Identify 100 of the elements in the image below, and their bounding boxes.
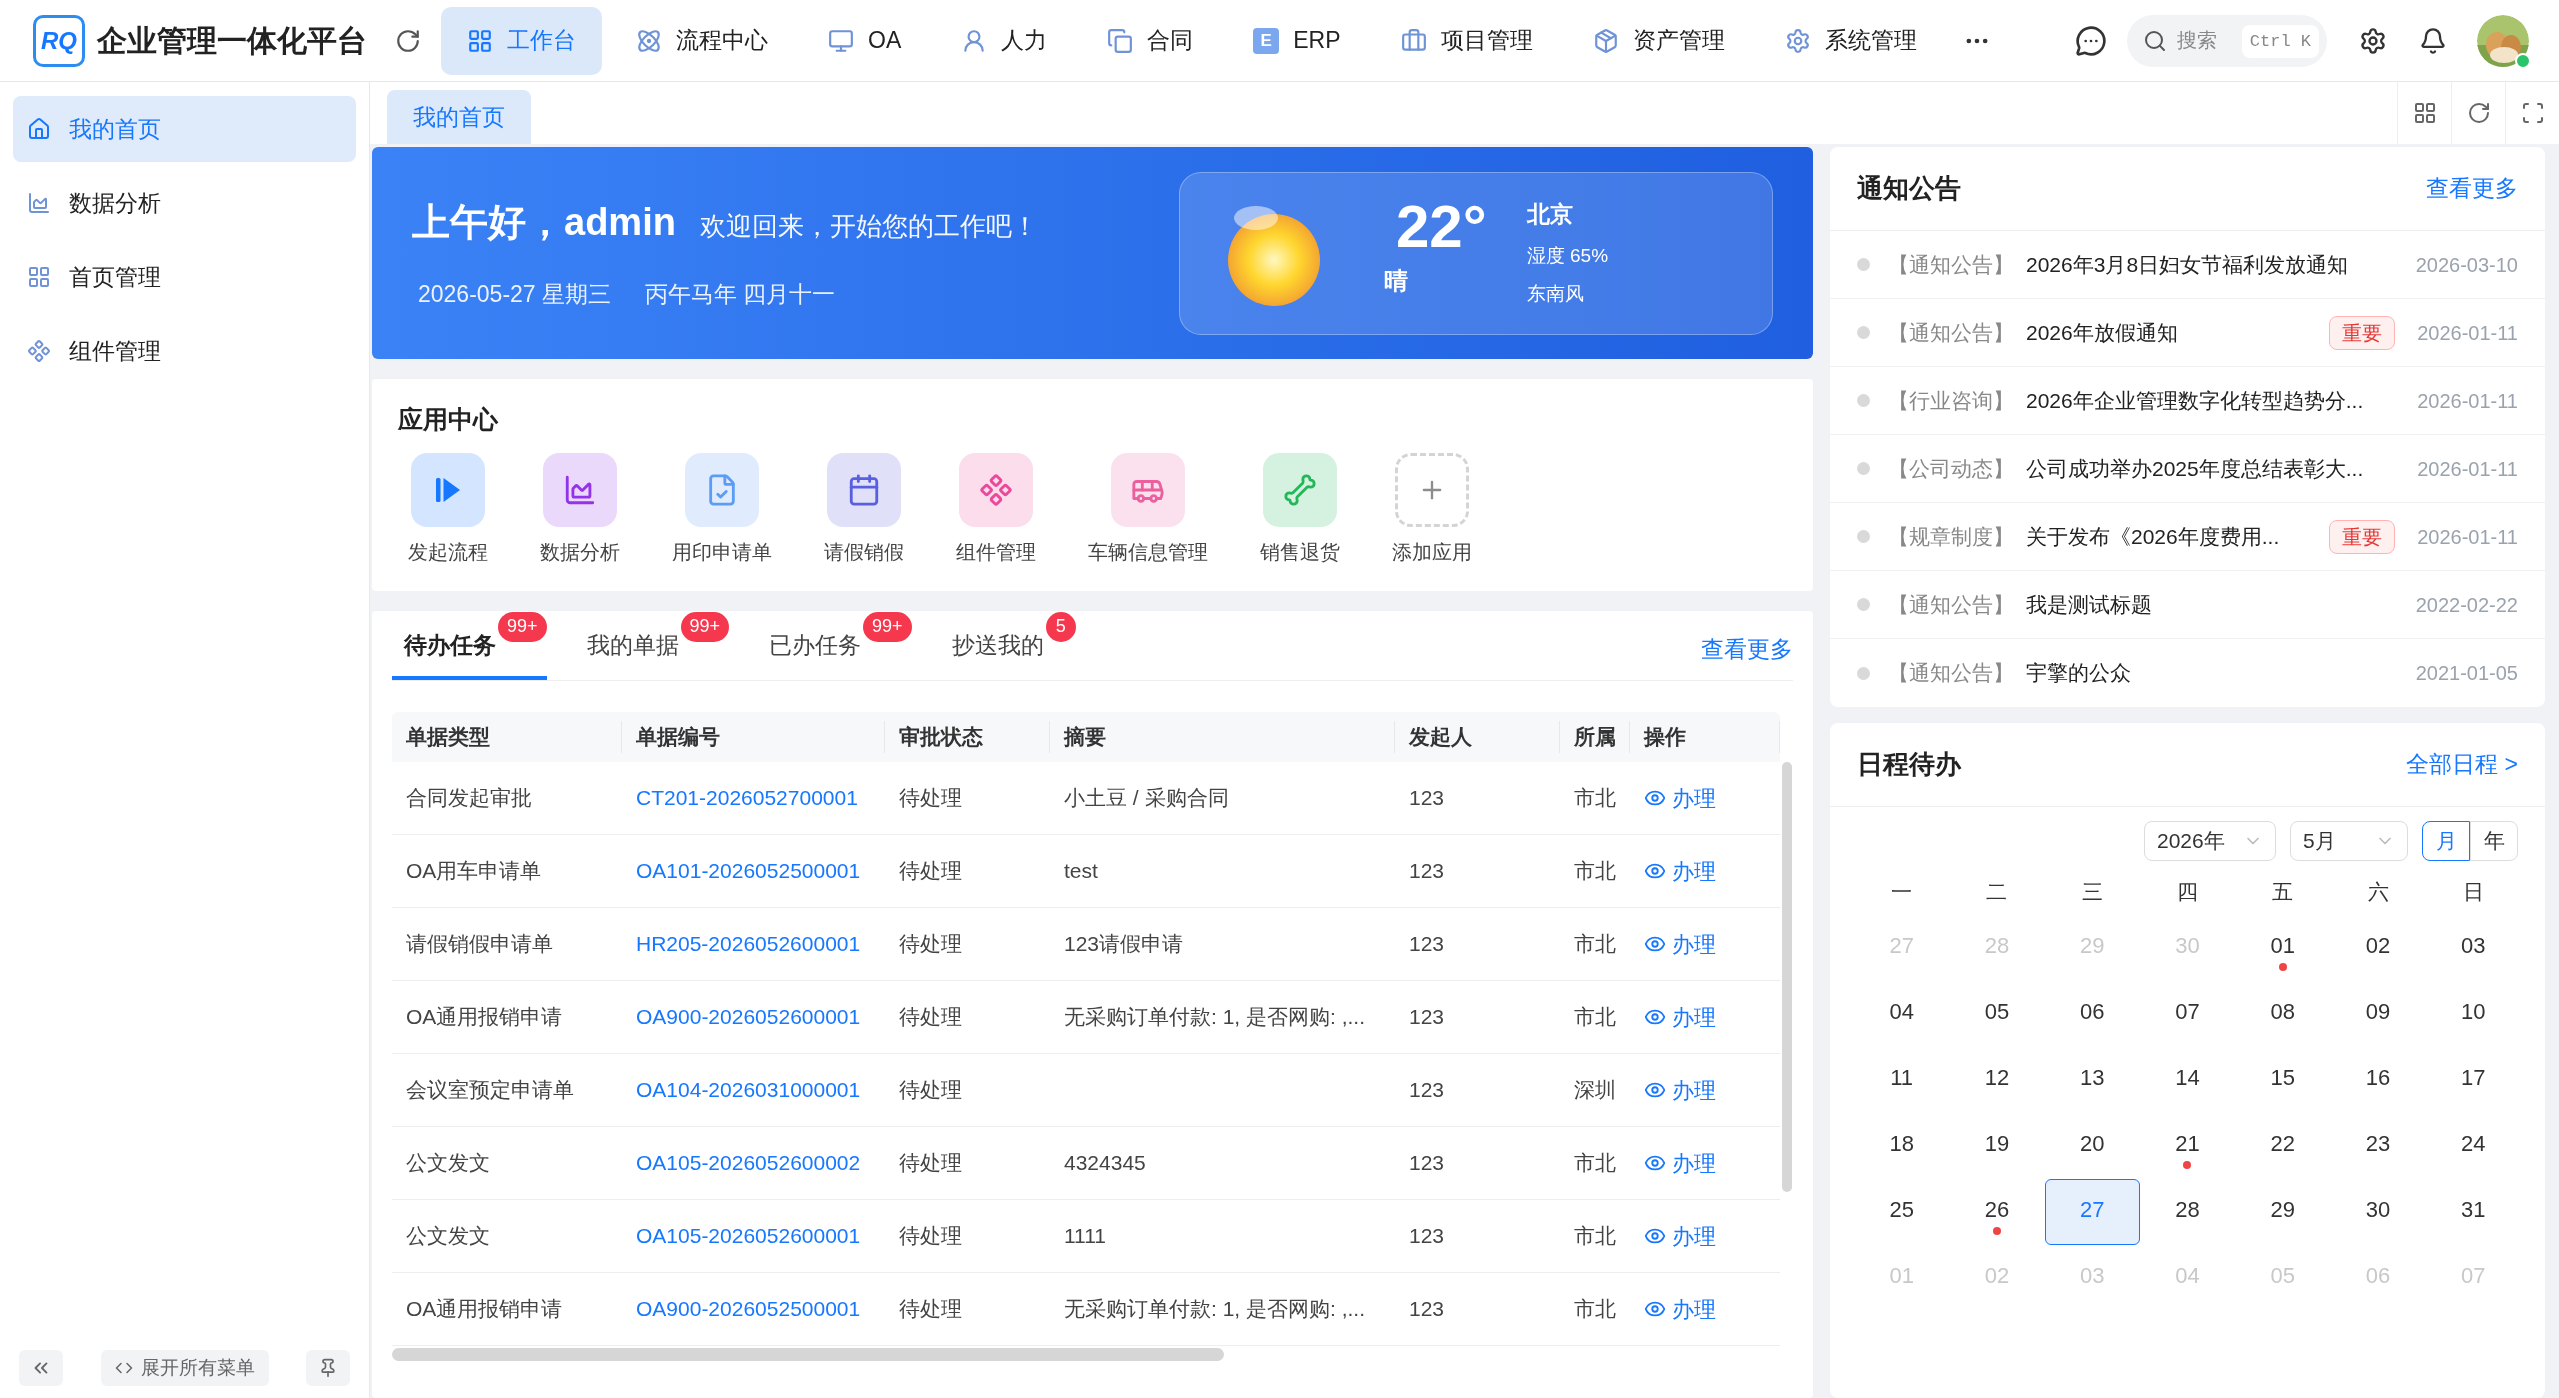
task-tab[interactable]: 抄送我的 5 <box>939 611 1076 680</box>
calendar-day[interactable]: 20 <box>2044 1113 2140 1179</box>
avatar[interactable] <box>2477 14 2529 67</box>
nav-tab[interactable]: OA <box>802 6 928 75</box>
nav-tab[interactable]: 流程中心 <box>610 6 794 75</box>
handle-button[interactable]: 办理 <box>1644 1146 1716 1180</box>
notice-item[interactable]: 【行业咨询】 2026年企业管理数字化转型趋势分... 2026-01-11 <box>1830 367 2545 435</box>
app-shortcut[interactable]: 车辆信息管理 <box>1088 452 1208 567</box>
task-tab[interactable]: 已办任务 99+ <box>757 611 912 680</box>
calendar-day[interactable]: 14 <box>2139 1047 2236 1113</box>
calendar-day[interactable]: 21 <box>2139 1113 2236 1179</box>
document-number-link[interactable]: OA900-2026052500001 <box>622 1293 885 1325</box>
nav-tab[interactable]: 项目管理 <box>1374 6 1559 75</box>
calendar-day[interactable]: 12 <box>1949 1047 2045 1113</box>
notice-item[interactable]: 【通知公告】 宇擎的公众 2021-01-05 <box>1830 639 2545 707</box>
calendar-day[interactable]: 04 <box>1854 981 1950 1047</box>
app-logo: RQ <box>33 14 85 67</box>
document-number-link[interactable]: OA105-2026052600001 <box>622 1220 885 1252</box>
task-tab[interactable]: 我的单据 99+ <box>574 611 730 680</box>
document-number-link[interactable]: OA105-2026052600002 <box>622 1147 885 1179</box>
calendar-day[interactable]: 30 <box>2330 1179 2426 1245</box>
calendar-day[interactable]: 19 <box>1949 1113 2045 1179</box>
calendar-day[interactable]: 08 <box>2235 981 2331 1047</box>
document-number-link[interactable]: CT201-2026052700001 <box>622 782 885 814</box>
calendar-day[interactable]: 13 <box>2044 1047 2140 1113</box>
nav-tab[interactable]: 人力 <box>935 6 1074 75</box>
vertical-scrollbar[interactable] <box>1781 762 1792 1192</box>
document-number-link[interactable]: HR205-2026052600001 <box>622 928 885 960</box>
view-more-link[interactable]: 查看更多 <box>1701 631 1793 680</box>
nav-tab[interactable]: 资产管理 <box>1566 6 1751 75</box>
refresh-icon[interactable] <box>395 27 421 54</box>
app-shortcut[interactable]: 发起流程 <box>408 452 488 567</box>
app-shortcut[interactable]: 请假销假 <box>824 452 904 567</box>
table-cell-text: 123 <box>1408 931 1446 958</box>
sidebar-item[interactable]: 数据分析 <box>13 170 356 236</box>
refresh-icon[interactable] <box>2466 101 2491 125</box>
calendar-day[interactable]: 25 <box>1854 1179 1950 1245</box>
document-number-link[interactable]: OA101-2026052500001 <box>622 855 885 887</box>
calendar-day[interactable]: 09 <box>2330 981 2426 1047</box>
sidebar-item[interactable]: 首页管理 <box>13 244 356 310</box>
notice-item[interactable]: 【公司动态】 公司成功举办2025年度总结表彰大... 2026-01-11 <box>1830 435 2545 503</box>
calendar-day[interactable]: 26 <box>1949 1179 2045 1245</box>
app-shortcut[interactable]: 用印申请单 <box>672 452 772 567</box>
nav-tab[interactable]: E ERP <box>1227 6 1367 75</box>
document-number-link[interactable]: OA900-2026052600001 <box>622 1001 885 1033</box>
handle-button[interactable]: 办理 <box>1644 781 1716 815</box>
calendar-day[interactable]: 29 <box>2235 1179 2331 1245</box>
expand-all-button[interactable]: 展开所有菜单 <box>100 1350 269 1386</box>
app-shortcut[interactable]: 数据分析 <box>540 452 620 567</box>
calendar-day[interactable]: 11 <box>1854 1047 1950 1113</box>
notice-item[interactable]: 【规章制度】 关于发布《2026年度费用... 重要 2026-01-11 <box>1830 503 2545 571</box>
view-mode-toggle[interactable]: 年 <box>2470 821 2518 861</box>
calendar-day[interactable]: 06 <box>2044 981 2140 1047</box>
pin-button[interactable] <box>306 1350 350 1386</box>
view-mode-toggle[interactable]: 月 <box>2422 821 2470 861</box>
horizontal-scrollbar[interactable] <box>392 1348 1224 1361</box>
calendar-day[interactable]: 07 <box>2139 981 2236 1047</box>
bell-icon[interactable] <box>2419 26 2447 55</box>
handle-button[interactable]: 办理 <box>1644 1292 1716 1326</box>
handle-button[interactable]: 办理 <box>1644 1000 1716 1034</box>
calendar-day[interactable]: 05 <box>1949 981 2045 1047</box>
handle-button[interactable]: 办理 <box>1644 854 1716 888</box>
month-select[interactable]: 5月 <box>2290 821 2408 861</box>
nav-tab[interactable]: 合同 <box>1081 6 1220 75</box>
calendar-day[interactable]: 31 <box>2425 1179 2521 1245</box>
calendar-day[interactable]: 16 <box>2330 1047 2426 1113</box>
nav-tab[interactable]: 系统管理 <box>1758 6 1943 75</box>
lunar-date: 丙午马年 四月十一 <box>645 280 836 310</box>
collapse-button[interactable] <box>19 1350 63 1386</box>
message-icon[interactable] <box>2075 24 2107 57</box>
notice-item[interactable]: 【通知公告】 2026年放假通知 重要 2026-01-11 <box>1830 299 2545 367</box>
calendar-day[interactable]: 18 <box>1854 1113 1950 1179</box>
calendar-day[interactable]: 24 <box>2425 1113 2521 1179</box>
app-shortcut[interactable]: 添加应用 <box>1392 452 1472 567</box>
calendar-day[interactable]: 15 <box>2235 1047 2331 1113</box>
task-tab[interactable]: 待办任务 99+ <box>392 611 547 680</box>
handle-button[interactable]: 办理 <box>1644 927 1716 961</box>
notice-item[interactable]: 【通知公告】 2026年3月8日妇女节福利发放通知 2026-03-10 <box>1830 231 2545 299</box>
calendar-day[interactable]: 03 <box>2425 915 2521 981</box>
handle-button[interactable]: 办理 <box>1644 1219 1716 1253</box>
all-schedule-link[interactable]: 全部日程 > <box>2406 747 2518 782</box>
app-shortcut[interactable]: 组件管理 <box>956 452 1036 567</box>
settings-icon[interactable] <box>2359 26 2387 55</box>
calendar-day[interactable]: 23 <box>2330 1113 2426 1179</box>
handle-button[interactable]: 办理 <box>1644 1073 1716 1107</box>
view-more-link[interactable]: 查看更多 <box>2426 171 2518 206</box>
calendar-day[interactable]: 22 <box>2235 1113 2331 1179</box>
document-number-link[interactable]: OA104-2026031000001 <box>622 1074 885 1106</box>
calendar-day[interactable]: 01 <box>2235 915 2331 981</box>
calendar-day[interactable]: 02 <box>2330 915 2426 981</box>
fullscreen-icon[interactable] <box>2520 101 2545 125</box>
calendar-day[interactable]: 27 <box>2044 1179 2140 1245</box>
calendar-day[interactable]: 28 <box>2139 1179 2236 1245</box>
year-select[interactable]: 2026年 <box>2144 821 2276 861</box>
app-shortcut[interactable]: 销售退货 <box>1260 452 1340 567</box>
notice-item[interactable]: 【通知公告】 我是测试标题 2022-02-22 <box>1830 571 2545 639</box>
calendar-day[interactable]: 10 <box>2425 981 2521 1047</box>
sidebar-item[interactable]: 组件管理 <box>13 318 356 384</box>
grid-icon[interactable] <box>2412 101 2437 125</box>
calendar-day[interactable]: 17 <box>2425 1047 2521 1113</box>
